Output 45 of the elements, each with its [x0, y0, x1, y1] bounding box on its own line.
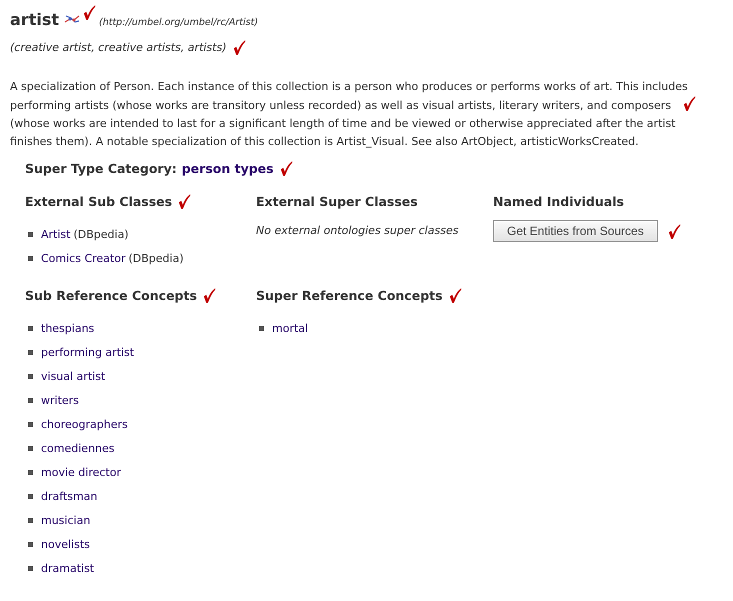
concept-link[interactable]: thespians: [41, 322, 94, 334]
bullet-icon: [28, 470, 33, 474]
concept-link[interactable]: Comics Creator: [41, 252, 126, 264]
bullet-icon: [28, 446, 33, 450]
section-heading: Super Type Category:: [25, 161, 177, 176]
empty-message: No external ontologies super classes: [256, 224, 460, 237]
bullet-icon: [28, 422, 33, 426]
bullet-icon: [28, 566, 33, 570]
bullet-icon: [28, 494, 33, 498]
concept-link[interactable]: writers: [41, 394, 79, 406]
concept-link[interactable]: novelists: [41, 538, 90, 550]
bullet-icon: [28, 326, 33, 330]
section-heading: External Sub Classes: [25, 194, 172, 208]
section-heading: Super Reference Concepts: [256, 288, 443, 302]
category-link[interactable]: person types: [182, 161, 274, 176]
concept-link[interactable]: musician: [41, 514, 90, 526]
section-heading: External Super Classes: [256, 194, 418, 208]
get-entities-button[interactable]: Get Entities from Sources: [493, 220, 658, 242]
bullet-icon: [28, 232, 33, 236]
concept-link[interactable]: visual artist: [41, 370, 106, 382]
source-label: (DBpedia): [73, 228, 129, 240]
bullet-icon: [28, 398, 33, 402]
description-text: (whose works are intended to last for a significant length of time and be viewed or otherwise appreciated after the artist finishes them). A notable specialization of this collection is Artist_Visual. See also ArtObject, artisticWorksCreated.: [10, 117, 676, 148]
concept-link[interactable]: comediennes: [41, 442, 115, 454]
description-text: A specialization of Person. Each instance of this collection is a person who produces or performs works of art. This includes performing artists (whose works are transitory unless recorded) as well as visual artists, literary writers, and composers: [10, 80, 688, 112]
graph-link-icon[interactable]: [64, 14, 80, 24]
bullet-icon: [28, 518, 33, 522]
section-heading: Named Individuals: [493, 194, 624, 208]
concept-link[interactable]: choreographers: [41, 418, 128, 430]
bullet-icon: [28, 256, 33, 260]
bullet-icon: [28, 542, 33, 546]
bullet-icon: [28, 374, 33, 378]
concept-link[interactable]: Artist: [41, 228, 70, 240]
concept-link[interactable]: mortal: [272, 322, 308, 334]
uri-text: (http://umbel.org/umbel/rc/Artist): [99, 17, 258, 28]
concept-link[interactable]: dramatist: [41, 562, 94, 574]
source-label: (DBpedia): [128, 252, 184, 264]
alternative-labels: (creative artist, creative artists, artists): [10, 41, 227, 54]
concept-link[interactable]: draftsman: [41, 490, 98, 502]
bullet-icon: [28, 350, 33, 354]
concept-link[interactable]: movie director: [41, 466, 121, 478]
concept-link[interactable]: performing artist: [41, 346, 134, 358]
page-title: artist: [10, 10, 59, 30]
bullet-icon: [259, 326, 264, 330]
section-heading: Sub Reference Concepts: [25, 288, 197, 302]
